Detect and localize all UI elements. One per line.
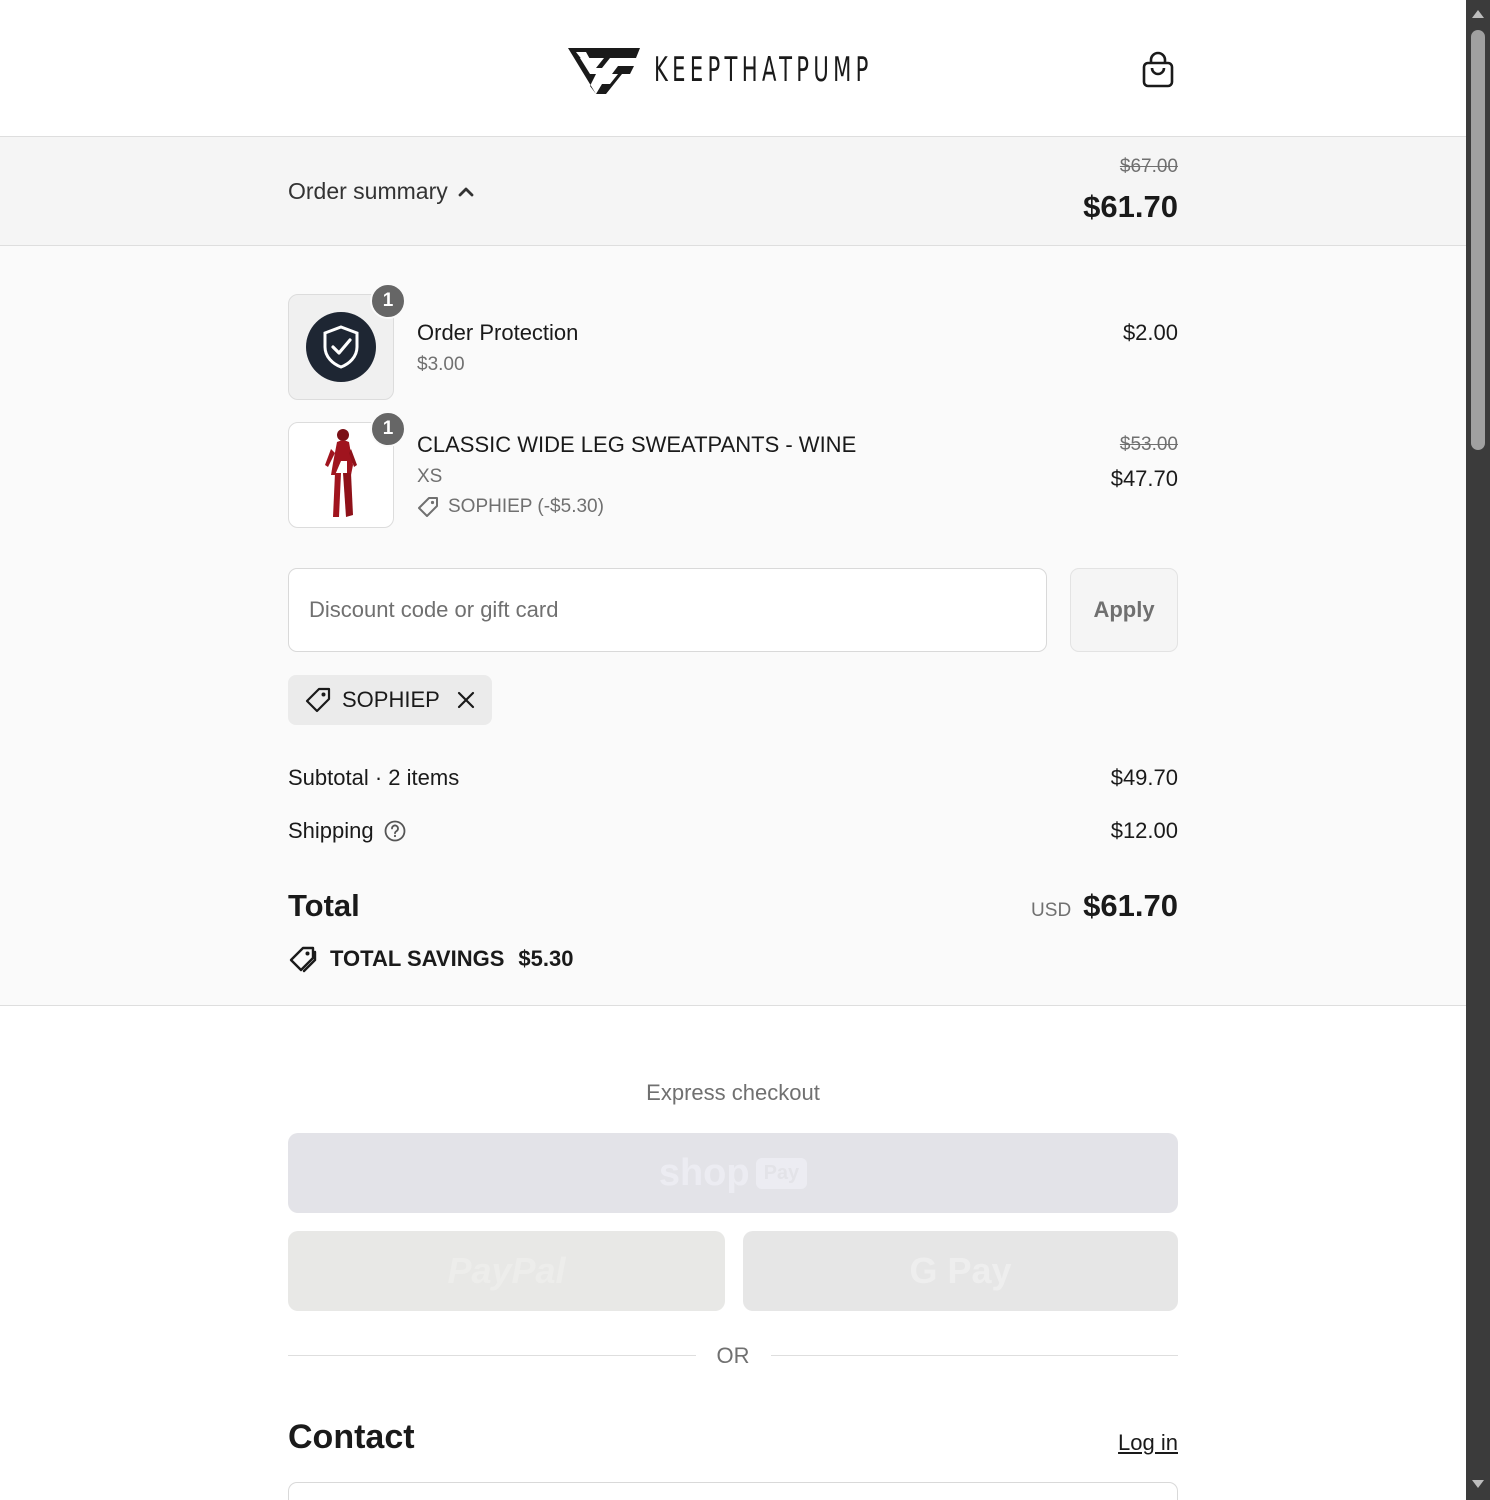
brand-mark-icon bbox=[568, 48, 640, 94]
summary-total: $61.70 bbox=[1083, 189, 1178, 224]
brand-wordmark: KEEPTHATPUMP bbox=[654, 50, 873, 90]
subtotal-label: Subtotal · 2 items bbox=[288, 765, 459, 791]
item-price: $47.70 bbox=[1110, 466, 1178, 491]
item-subtitle: $3.00 bbox=[417, 354, 465, 375]
tag-icon bbox=[418, 497, 438, 517]
brand-logo[interactable]: KEEPTHATPUMP bbox=[566, 44, 1007, 96]
total-currency: USD bbox=[1031, 900, 1072, 921]
product-thumbnail: 1 bbox=[288, 283, 406, 400]
product-thumbnail: 1 bbox=[288, 411, 406, 528]
apply-discount-button[interactable]: Apply bbox=[1070, 568, 1178, 652]
order-summary-label: Order summary bbox=[288, 178, 448, 204]
shopping-bag-icon bbox=[1142, 51, 1174, 88]
item-original-price: $53.00 bbox=[1119, 434, 1178, 455]
paypal-button[interactable]: PayPal bbox=[288, 1231, 725, 1311]
contact-heading: Contact bbox=[288, 1418, 415, 1456]
product-photo bbox=[325, 429, 357, 517]
checkout-page: KEEPTHATPUMP Order summary $67.00 $61.70 bbox=[0, 0, 1466, 1500]
shop-pay-badge: Pay bbox=[755, 1157, 808, 1189]
paypal-label: PayPal bbox=[447, 1250, 566, 1291]
total-savings-value: $5.30 bbox=[518, 946, 574, 971]
item-price: $2.00 bbox=[1122, 320, 1178, 345]
total-label: Total bbox=[288, 888, 360, 923]
tag-icon bbox=[305, 687, 331, 713]
header: KEEPTHATPUMP bbox=[0, 0, 1466, 137]
shield-check-icon bbox=[306, 312, 376, 382]
or-divider-label: OR bbox=[716, 1343, 750, 1368]
help-circle-icon[interactable] bbox=[384, 820, 406, 842]
shop-pay-label: shop bbox=[658, 1151, 750, 1194]
line-item-sweatpants: 1 CLASSIC WIDE LEG SWEATPANTS - WINE XS … bbox=[288, 411, 1178, 528]
google-pay-button[interactable]: G Pay bbox=[743, 1231, 1178, 1311]
subtotal-label-text: Subtotal · 2 items bbox=[288, 765, 460, 790]
item-name: Order Protection bbox=[417, 320, 579, 345]
page-scrollbar[interactable] bbox=[1466, 0, 1490, 1500]
shipping-label: Shipping bbox=[288, 818, 406, 844]
express-checkout-title: Express checkout bbox=[646, 1080, 820, 1105]
scroll-down-arrow-icon[interactable] bbox=[1472, 1480, 1484, 1488]
shipping-value: $12.00 bbox=[1110, 818, 1178, 843]
item-variant: XS bbox=[417, 466, 443, 487]
scrollbar-thumb[interactable] bbox=[1471, 30, 1485, 450]
close-icon bbox=[457, 691, 474, 709]
discount-code-input[interactable] bbox=[288, 568, 1047, 652]
chevron-up-icon bbox=[458, 187, 474, 196]
shop-pay-button[interactable]: shop Pay bbox=[288, 1133, 1178, 1213]
applied-discount-code: SOPHIEP bbox=[342, 687, 440, 712]
order-summary-bar bbox=[0, 137, 1466, 246]
scroll-up-arrow-icon[interactable] bbox=[1472, 10, 1484, 18]
summary-original-total: $67.00 bbox=[1119, 156, 1178, 177]
total-value: USD $61.70 bbox=[1031, 888, 1178, 924]
total-savings: TOTAL SAVINGS $5.30 bbox=[288, 945, 573, 973]
remove-discount-button[interactable] bbox=[456, 690, 476, 710]
subtotal-value: $49.70 bbox=[1110, 765, 1178, 790]
order-summary-toggle[interactable]: Order summary bbox=[288, 178, 474, 205]
contact-email-field[interactable] bbox=[288, 1482, 1178, 1500]
divider-right bbox=[771, 1355, 1178, 1356]
item-discount-label: SOPHIEP (-$5.30) bbox=[448, 496, 604, 517]
quantity-badge: 1 bbox=[370, 283, 406, 319]
quantity-badge: 1 bbox=[370, 411, 406, 447]
line-item-order-protection: 1 Order Protection $3.00 $2.00 bbox=[288, 283, 1178, 400]
cart-button[interactable] bbox=[1136, 48, 1180, 92]
log-in-link[interactable]: Log in bbox=[1118, 1430, 1178, 1456]
total-amount: $61.70 bbox=[1083, 888, 1178, 923]
shipping-label-text: Shipping bbox=[288, 818, 374, 843]
applied-discount-chip: SOPHIEP bbox=[288, 675, 492, 725]
tags-icon bbox=[289, 946, 317, 973]
item-discount: SOPHIEP (-$5.30) bbox=[417, 496, 604, 518]
google-pay-label: G Pay bbox=[909, 1250, 1012, 1291]
total-savings-label: TOTAL SAVINGS bbox=[330, 946, 505, 971]
item-name: CLASSIC WIDE LEG SWEATPANTS - WINE bbox=[417, 432, 857, 457]
